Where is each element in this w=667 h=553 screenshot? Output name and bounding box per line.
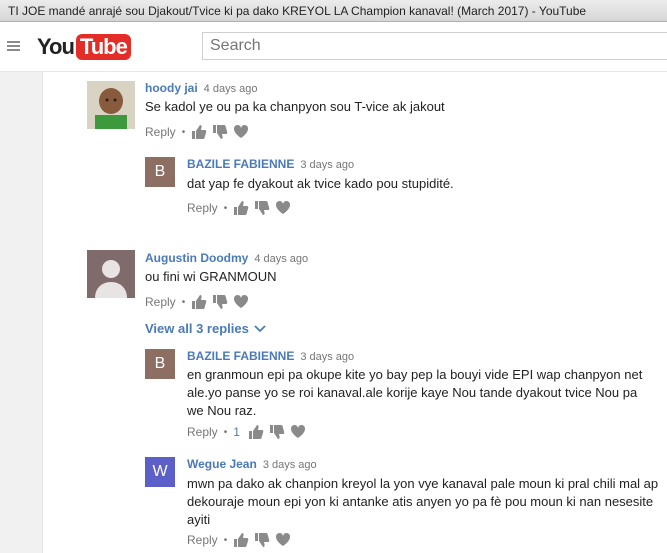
- comment-timestamp: 3 days ago: [300, 159, 355, 171]
- heart-icon[interactable]: [233, 294, 249, 310]
- comment-text: ou fini wi GRANMOUN: [145, 269, 277, 284]
- comment-actions: Reply • 1: [187, 424, 311, 440]
- thumbs-down-icon[interactable]: [254, 200, 270, 216]
- thumbs-down-icon[interactable]: [212, 294, 228, 310]
- comment-timestamp: 3 days ago: [300, 351, 355, 363]
- comment-author[interactable]: BAZILE FABIENNE 3 days ago: [187, 349, 354, 363]
- view-replies-link[interactable]: View all 3 replies: [145, 321, 266, 336]
- thumbs-up-icon[interactable]: [191, 124, 207, 140]
- youtube-logo[interactable]: You Tube: [37, 34, 131, 60]
- comment-actions: Reply •: [145, 124, 254, 140]
- child-photo-icon: [87, 81, 135, 129]
- comment-author[interactable]: BAZILE FABIENNE 3 days ago: [187, 157, 354, 171]
- avatar[interactable]: B: [145, 157, 175, 187]
- thumbs-up-icon[interactable]: [191, 294, 207, 310]
- comment-actions: Reply •: [187, 200, 296, 216]
- window-title: TI JOE mandé anrajé sou Djakout/Tvice ki…: [8, 4, 587, 18]
- heart-icon[interactable]: [275, 532, 291, 548]
- avatar[interactable]: [87, 81, 135, 129]
- thumbs-up-icon[interactable]: [248, 424, 264, 440]
- thumbs-up-icon[interactable]: [233, 200, 249, 216]
- comment-author[interactable]: hoody jai 4 days ago: [145, 81, 258, 95]
- logo-tube: Tube: [75, 34, 131, 60]
- avatar[interactable]: B: [145, 349, 175, 379]
- masthead: You Tube: [0, 22, 667, 72]
- menu-icon[interactable]: [7, 41, 20, 51]
- heart-icon[interactable]: [275, 200, 291, 216]
- comment-author[interactable]: Augustin Doodmy 4 days ago: [145, 251, 308, 265]
- reply-button[interactable]: Reply: [145, 125, 176, 139]
- thumbs-down-icon[interactable]: [212, 124, 228, 140]
- comment-text: mwn pa dako ak chanpion kreyol la yon vy…: [187, 476, 659, 527]
- avatar[interactable]: [87, 250, 135, 298]
- avatar[interactable]: W: [145, 457, 175, 487]
- thumbs-down-icon[interactable]: [254, 532, 270, 548]
- chevron-down-icon: [254, 324, 266, 332]
- left-guide-bar: [0, 72, 43, 553]
- comment-text: en granmoun epi pa okupe kite yo bay pep…: [187, 367, 643, 418]
- thumbs-up-icon[interactable]: [233, 532, 249, 548]
- comment-text: Se kadol ye ou pa ka chanpyon sou T-vice…: [145, 99, 445, 114]
- comment-author[interactable]: Wegue Jean 3 days ago: [187, 457, 317, 471]
- comment-text: dat yap fe dyakout ak tvice kado pou stu…: [187, 176, 454, 191]
- window-titlebar: TI JOE mandé anrajé sou Djakout/Tvice ki…: [0, 0, 667, 22]
- heart-icon[interactable]: [290, 424, 306, 440]
- like-count: 1: [233, 425, 240, 439]
- logo-you: You: [37, 34, 75, 59]
- search-input[interactable]: [202, 32, 667, 60]
- comment-actions: Reply •: [145, 294, 254, 310]
- default-user-icon: [87, 250, 135, 298]
- comment-timestamp: 4 days ago: [203, 83, 258, 95]
- reply-button[interactable]: Reply: [187, 201, 218, 215]
- comment-timestamp: 3 days ago: [262, 459, 317, 471]
- reply-button[interactable]: Reply: [187, 533, 218, 547]
- comment-actions: Reply •: [187, 532, 296, 548]
- reply-button[interactable]: Reply: [145, 295, 176, 309]
- comment-timestamp: 4 days ago: [254, 253, 309, 265]
- reply-button[interactable]: Reply: [187, 425, 218, 439]
- thumbs-down-icon[interactable]: [269, 424, 285, 440]
- heart-icon[interactable]: [233, 124, 249, 140]
